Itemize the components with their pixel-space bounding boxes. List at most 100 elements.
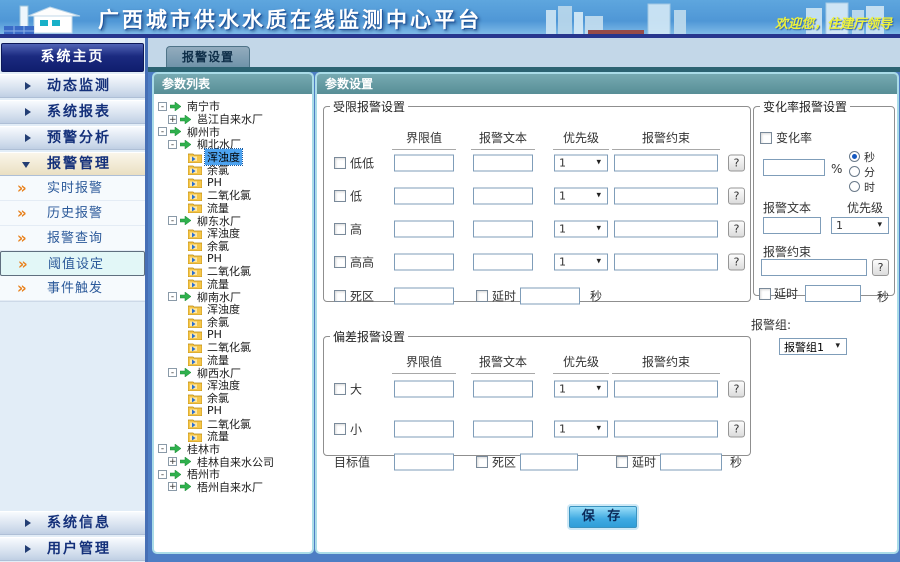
tree-node[interactable]: 二氧化氯 — [154, 417, 312, 430]
row-checkbox[interactable] — [334, 223, 346, 235]
tree-node[interactable]: 浑浊度 — [154, 151, 312, 164]
alarm-text-input[interactable] — [473, 221, 533, 238]
priority-select[interactable]: 1 ▾ — [554, 155, 608, 172]
deadband-input[interactable] — [394, 288, 454, 305]
help-button[interactable]: ? — [728, 155, 745, 172]
alarm-text-input[interactable] — [473, 254, 533, 271]
alarm-text-input[interactable] — [473, 188, 533, 205]
deadband-input[interactable] — [520, 454, 578, 471]
sidebar-submenu-item[interactable]: » 历史报警 — [0, 201, 145, 226]
delay-checkbox[interactable] — [476, 290, 488, 302]
tab-alarm-settings[interactable]: 报警设置 — [166, 46, 250, 68]
limit-value-input[interactable] — [394, 188, 454, 205]
tree-expander-icon[interactable]: - — [168, 140, 177, 149]
rate-delay-checkbox[interactable] — [759, 288, 771, 300]
sidebar-menu-item[interactable]: 用户管理 — [0, 537, 145, 561]
tree-node[interactable]: + 桂林自来水公司 — [154, 455, 312, 468]
row-checkbox[interactable] — [334, 256, 346, 268]
delay-input[interactable] — [660, 454, 722, 471]
limit-value-input[interactable] — [394, 421, 454, 438]
tree-node[interactable]: 流量 — [154, 430, 312, 443]
tree-node[interactable]: 二氧化氯 — [154, 189, 312, 202]
sidebar-submenu-item[interactable]: » 事件触发 — [0, 276, 145, 301]
tree-node[interactable]: 二氧化氯 — [154, 341, 312, 354]
alarm-text-input[interactable] — [473, 155, 533, 172]
tree-node[interactable]: + 梧州自来水厂 — [154, 481, 312, 494]
tree-expander-icon[interactable]: - — [158, 444, 167, 453]
row-checkbox[interactable] — [334, 190, 346, 202]
rate-alarm-text-input[interactable] — [763, 217, 821, 234]
help-button[interactable]: ? — [728, 221, 745, 238]
limit-value-input[interactable] — [394, 381, 454, 398]
tree-node[interactable]: 余氯 — [154, 316, 312, 329]
deadband-checkbox[interactable] — [476, 456, 488, 468]
help-button[interactable]: ? — [728, 381, 745, 398]
tree-expander-icon[interactable]: - — [168, 216, 177, 225]
sidebar-submenu-item[interactable]: » 报警查询 — [0, 226, 145, 251]
tree-node[interactable]: 浑浊度 — [154, 379, 312, 392]
tree-node[interactable]: 余氯 — [154, 163, 312, 176]
constraint-input[interactable] — [614, 254, 718, 271]
tree-node[interactable]: + 邕江自来水厂 — [154, 113, 312, 126]
tree-node[interactable]: 浑浊度 — [154, 303, 312, 316]
row-checkbox[interactable] — [334, 383, 346, 395]
row-checkbox[interactable] — [334, 157, 346, 169]
tree-expander-icon[interactable]: - — [168, 368, 177, 377]
tree-node[interactable]: 浑浊度 — [154, 227, 312, 240]
constraint-input[interactable] — [614, 221, 718, 238]
alarm-group-select[interactable]: 报警组1 ▾ — [779, 338, 847, 355]
tree-expander-icon[interactable]: - — [168, 292, 177, 301]
tree-node[interactable]: 余氯 — [154, 240, 312, 253]
sidebar-menu-item[interactable]: 预警分析 — [0, 126, 145, 150]
delay-checkbox[interactable] — [616, 456, 628, 468]
constraint-input[interactable] — [614, 155, 718, 172]
rate-delay-input[interactable] — [805, 285, 861, 302]
limit-value-input[interactable] — [394, 254, 454, 271]
target-input[interactable] — [394, 454, 454, 471]
radio-icon[interactable] — [849, 151, 860, 162]
sidebar-menu-item[interactable]: 系统报表 — [0, 100, 145, 124]
rate-unit-radio[interactable]: 秒 — [849, 149, 875, 164]
constraint-input[interactable] — [614, 421, 718, 438]
constraint-input[interactable] — [614, 381, 718, 398]
rate-unit-radio[interactable]: 分 — [849, 164, 875, 179]
priority-select[interactable]: 1 ▾ — [554, 188, 608, 205]
priority-select[interactable]: 1 ▾ — [554, 254, 608, 271]
priority-select[interactable]: 1 ▾ — [554, 221, 608, 238]
tree-expander-icon[interactable]: + — [168, 457, 177, 466]
tree-expander-icon[interactable]: + — [168, 482, 177, 491]
tree-node[interactable]: 二氧化氯 — [154, 265, 312, 278]
help-button[interactable]: ? — [728, 254, 745, 271]
save-button[interactable]: 保 存 — [569, 506, 637, 528]
tree-node[interactable]: 余氯 — [154, 392, 312, 405]
limit-value-input[interactable] — [394, 155, 454, 172]
limit-value-input[interactable] — [394, 221, 454, 238]
help-button[interactable]: ? — [728, 188, 745, 205]
tree-expander-icon[interactable]: - — [158, 470, 167, 479]
help-button[interactable]: ? — [872, 259, 889, 276]
priority-select[interactable]: 1 ▾ — [554, 421, 608, 438]
sidebar-menu-item[interactable]: 动态监测 — [0, 74, 145, 98]
sidebar-menu-item[interactable]: 系统信息 — [0, 511, 145, 535]
constraint-input[interactable] — [614, 188, 718, 205]
delay-input[interactable] — [520, 288, 580, 305]
tree-expander-icon[interactable]: + — [168, 115, 177, 124]
rate-checkbox[interactable] — [760, 132, 772, 144]
alarm-text-input[interactable] — [473, 421, 533, 438]
row-checkbox[interactable] — [334, 423, 346, 435]
sidebar-menu-item[interactable]: 报警管理 — [0, 152, 145, 176]
rate-constraint-input[interactable] — [761, 259, 867, 276]
rate-value-input[interactable] — [763, 159, 825, 176]
rate-unit-radio[interactable]: 时 — [849, 179, 875, 194]
sidebar-submenu-item[interactable]: » 阈值设定 — [0, 251, 145, 276]
help-button[interactable]: ? — [728, 421, 745, 438]
rate-priority-select[interactable]: 1 ▾ — [831, 217, 889, 234]
tree-expander-icon[interactable]: - — [158, 127, 167, 136]
tree-expander-icon[interactable]: - — [158, 102, 167, 111]
deadband-checkbox[interactable] — [334, 290, 346, 302]
alarm-text-input[interactable] — [473, 381, 533, 398]
priority-select[interactable]: 1 ▾ — [554, 381, 608, 398]
sidebar-item-home[interactable]: 系统主页 — [1, 43, 144, 72]
radio-icon[interactable] — [849, 166, 860, 177]
sidebar-submenu-item[interactable]: » 实时报警 — [0, 176, 145, 201]
